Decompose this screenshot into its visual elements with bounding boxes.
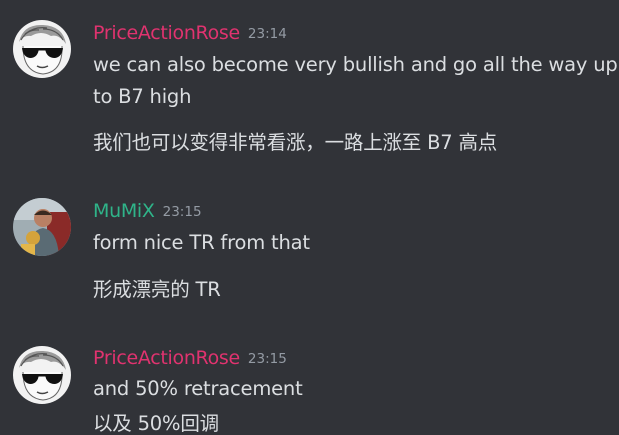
timestamp[interactable]: 23:15 xyxy=(163,204,202,220)
message-text: form nice TR from that xyxy=(93,231,310,254)
username[interactable]: MuMiX xyxy=(93,200,155,222)
message-text: 形成漂亮的 TR xyxy=(93,278,221,301)
message-text: and 50% retracement xyxy=(93,377,303,400)
timestamp[interactable]: 23:15 xyxy=(248,351,287,367)
message: PriceActionRose 23:15 and 50% retracement… xyxy=(0,0,619,435)
username[interactable]: PriceActionRose xyxy=(93,347,240,369)
avatar[interactable] xyxy=(13,198,71,256)
avatar[interactable] xyxy=(13,346,71,404)
message-text: 以及 50%回调 xyxy=(93,412,219,435)
sunglasses-sketch-avatar-icon xyxy=(13,346,71,404)
photo-avatar-icon xyxy=(13,198,71,256)
